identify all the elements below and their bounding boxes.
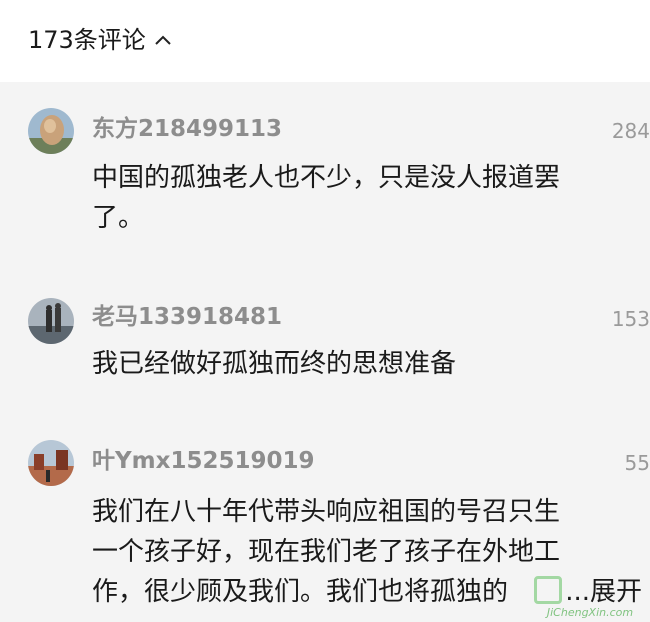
watermark-text: JiChengXin.com [546,606,634,619]
comment-text-line: 了。 [92,203,145,233]
comment-username[interactable]: 老马133918481 [92,302,282,332]
comments-header: 173条评论 [0,0,650,82]
avatar[interactable] [28,108,74,154]
comment-text: 中国的孤独老人也不少，只是没人报道罢 了。 [92,158,622,238]
watermark-logo-icon [534,576,562,604]
comment-username[interactable]: 叶Ymx152519019 [92,446,315,476]
comment-text-line: 我们在八十年代带头响应祖国的号召只生 [92,497,561,527]
comment-list: 东方218499113 284 中国的孤独老人也不少，只是没人报道罢 了。 老马… [0,82,650,622]
avatar[interactable] [28,440,74,486]
like-count[interactable]: 153 [590,304,650,334]
comment-count-title[interactable]: 173条评论 [28,22,146,58]
like-count[interactable]: 284 [590,116,650,146]
comment-text: 我已经做好孤独而终的思想准备 [92,344,622,384]
comment-item: 老马133918481 153 我已经做好孤独而终的思想准备 [0,272,650,422]
chevron-up-icon[interactable] [154,31,172,45]
comment-text-line: 我已经做好孤独而终的思想准备 [92,349,457,379]
avatar[interactable] [28,298,74,344]
comment-text-line: 一个孩子好，现在我们老了孩子在外地工 [92,537,561,567]
comment-username[interactable]: 东方218499113 [92,114,282,144]
comment-text-line: 中国的孤独老人也不少，只是没人报道罢 [92,163,561,193]
like-count[interactable]: 55 [590,448,650,478]
comment-item: 东方218499113 284 中国的孤独老人也不少，只是没人报道罢 了。 [0,82,650,272]
watermark: JiChengXin.com [530,576,650,622]
